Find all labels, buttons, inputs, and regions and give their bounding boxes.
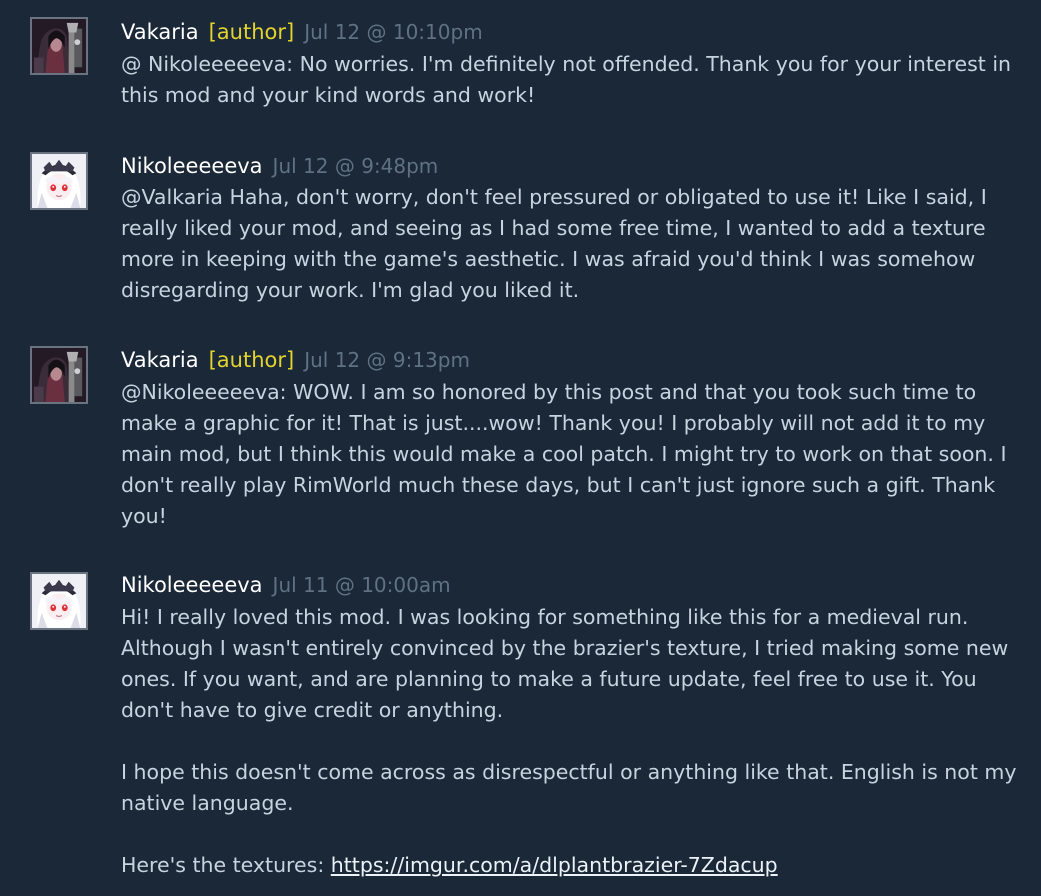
comment-header: Vakaria [author] Jul 12 @ 10:10pm [121, 17, 483, 47]
author-name[interactable]: Nikoleeeeeva [121, 154, 263, 178]
comment-paragraph: @Valkaria Haha, don't worry, don't feel … [121, 185, 987, 302]
textures-link[interactable]: https://imgur.com/a/dlplantbrazier-7Zdac… [331, 853, 778, 877]
author-badge: [author] [208, 20, 295, 44]
comment-header: Vakaria [author] Jul 12 @ 9:13pm [121, 345, 470, 375]
vakaria-avatar[interactable] [30, 17, 88, 75]
author-badge: [author] [208, 348, 295, 372]
author-name[interactable]: Nikoleeeeeva [121, 573, 263, 597]
author-name[interactable]: Vakaria [121, 348, 199, 372]
comment-paragraph: @ Nikoleeeeeva: No worries. I'm definite… [121, 52, 1012, 107]
comment-paragraph: @Nikoleeeeeva: WOW. I am so honored by t… [121, 380, 1007, 528]
nikoleeeeeva-avatar[interactable] [30, 572, 88, 630]
comment-header: Nikoleeeeeva Jul 12 @ 9:48pm [121, 151, 438, 181]
comment-text: Hi! I really loved this mod. I was looki… [121, 602, 1026, 881]
comment-header: Nikoleeeeeva Jul 11 @ 10:00am [121, 570, 451, 600]
nikoleeeeeva-avatar[interactable] [30, 152, 88, 210]
comment-paragraph: Here's the textures: https://imgur.com/a… [121, 850, 1026, 881]
comment-timestamp: Jul 12 @ 10:10pm [304, 20, 483, 44]
comment-timestamp: Jul 12 @ 9:13pm [304, 348, 470, 372]
comment-text: @ Nikoleeeeeva: No worries. I'm definite… [121, 49, 1026, 111]
comment-paragraph: Hi! I really loved this mod. I was looki… [121, 605, 1009, 722]
comment-timestamp: Jul 12 @ 9:48pm [272, 154, 439, 178]
comment-timestamp: Jul 11 @ 10:00am [272, 573, 451, 597]
comment-text: @Nikoleeeeeva: WOW. I am so honored by t… [121, 377, 1026, 532]
comment-thread: Vakaria [author] Jul 12 @ 10:10pm @ Nikole… [0, 0, 1041, 896]
vakaria-avatar[interactable] [30, 346, 88, 404]
comment-paragraph: I hope this doesn't come across as disre… [121, 760, 1017, 815]
comment-text: @Valkaria Haha, don't worry, don't feel … [121, 182, 1026, 306]
author-name[interactable]: Vakaria [121, 20, 199, 44]
link-prefix: Here's the textures: [121, 853, 331, 877]
